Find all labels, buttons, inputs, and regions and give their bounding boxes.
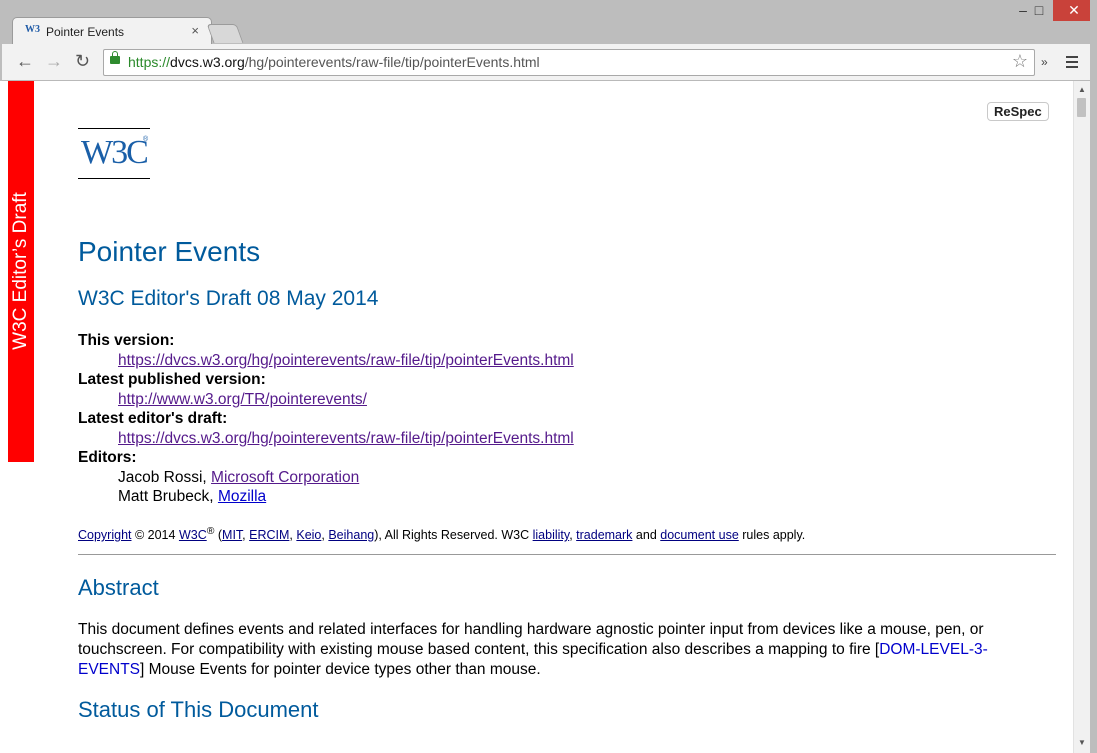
mit-link[interactable]: MIT (222, 528, 242, 542)
forward-button[interactable]: → (45, 51, 63, 71)
browser-chrome: – □ ✕ W3 Pointer Events × ← → ↻ https://… (0, 0, 1097, 81)
editor-name: Jacob Rossi, (118, 468, 212, 486)
tab-pointer-events[interactable]: W3 Pointer Events × (12, 17, 212, 45)
editor-org-link[interactable]: Microsoft Corporation (211, 469, 359, 486)
copyright-year: © 2014 (131, 528, 179, 543)
address-bar[interactable]: https://dvcs.w3.org/hg/pointerevents/raw… (103, 49, 1035, 76)
ribbon-label: W3C Editor’s Draft (10, 192, 31, 350)
abstract-heading: Abstract (78, 575, 159, 600)
scrollbar-thumb[interactable] (1077, 98, 1086, 117)
extensions-overflow-button[interactable]: » (1041, 55, 1048, 69)
close-window-button[interactable]: ✕ (1053, 0, 1095, 21)
copyright-notice: Copyright © 2014 W3C® (MIT, ERCIM, Keio,… (78, 526, 805, 542)
document-use-link[interactable]: document use (660, 528, 739, 542)
w3c-logo-registered: ® (143, 136, 149, 143)
w3c-favicon-icon: W3 (25, 24, 40, 35)
abstract-paragraph: This document defines events and related… (78, 620, 1008, 680)
abstract-text-end: ] Mouse Events for pointer device types … (140, 661, 541, 678)
w3c-link[interactable]: W3C (179, 528, 207, 542)
keio-link[interactable]: Keio (296, 528, 321, 542)
editor-item: Jacob Rossi, Microsoft Corporation (78, 468, 574, 488)
copyright-link[interactable]: Copyright (78, 528, 132, 542)
beihang-link[interactable]: Beihang (328, 528, 374, 542)
url-host: dvcs.w3.org (170, 54, 245, 70)
bookmark-star-icon[interactable]: ☆ (1012, 51, 1028, 72)
back-button[interactable]: ← (16, 51, 34, 71)
reload-button[interactable]: ↻ (75, 51, 90, 71)
and-text: and (632, 528, 661, 543)
url-path: /hg/pointerevents/raw-file/tip/pointerEv… (244, 54, 540, 70)
trademark-link[interactable]: trademark (576, 528, 632, 542)
title-bar: – □ ✕ W3 Pointer Events × (0, 0, 1097, 45)
editor-name: Matt Brubeck, (118, 488, 218, 505)
editor-org-link[interactable]: Mozilla (218, 488, 266, 505)
latest-published-link[interactable]: http://www.w3.org/TR/pointerevents/ (118, 391, 367, 408)
respec-button[interactable]: ReSpec (987, 102, 1049, 121)
this-version-label: This version: (78, 332, 175, 349)
latest-published-label: Latest published version: (78, 371, 266, 388)
maximize-button[interactable]: □ (1024, 0, 1054, 21)
liability-link[interactable]: liability (533, 528, 570, 542)
url-scheme: https:// (128, 54, 171, 70)
divider (78, 554, 1056, 555)
w3c-logo-text: W3C (81, 134, 149, 171)
url-text[interactable]: https://dvcs.w3.org/hg/pointerevents/raw… (128, 54, 540, 70)
editors-draft-ribbon: W3C Editor’s Draft (8, 81, 34, 462)
latest-draft-link[interactable]: https://dvcs.w3.org/hg/pointerevents/raw… (118, 430, 574, 447)
scroll-down-arrow-icon[interactable]: ▼ (1078, 738, 1086, 747)
editor-item: Matt Brubeck, Mozilla (78, 487, 574, 507)
window-border-right (1090, 0, 1097, 753)
lock-icon (110, 51, 120, 64)
browser-toolbar: ← → ↻ https://dvcs.w3.org/hg/pointereven… (0, 44, 1097, 80)
page-viewport: W3C Editor’s Draft ReSpec W3C ® Pointer … (0, 81, 1073, 753)
menu-icon[interactable] (1066, 56, 1078, 71)
status-heading: Status of This Document (78, 697, 319, 722)
page-title: Pointer Events (78, 236, 261, 267)
abstract-text-start: This document defines events and related… (78, 621, 984, 658)
w3c-logo[interactable]: W3C ® (78, 128, 150, 179)
latest-draft-label: Latest editor's draft: (78, 410, 228, 427)
spec-metadata: This version: https://dvcs.w3.org/hg/poi… (78, 331, 574, 507)
editors-label: Editors: (78, 449, 137, 466)
rules-text: rules apply. (738, 528, 806, 543)
tab-close-icon[interactable]: × (191, 23, 199, 38)
page-subtitle: W3C Editor's Draft 08 May 2014 (78, 287, 379, 310)
tab-title: Pointer Events (46, 25, 125, 39)
this-version-link[interactable]: https://dvcs.w3.org/hg/pointerevents/raw… (118, 352, 574, 369)
ercim-link[interactable]: ERCIM (249, 528, 289, 542)
vertical-scrollbar[interactable]: ▲ ▼ (1073, 81, 1090, 753)
paren-text: ( (214, 528, 223, 543)
scroll-up-arrow-icon[interactable]: ▲ (1078, 85, 1086, 94)
new-tab-button[interactable] (206, 24, 244, 43)
rights-text: ), All Rights Reserved. W3C (374, 528, 533, 543)
